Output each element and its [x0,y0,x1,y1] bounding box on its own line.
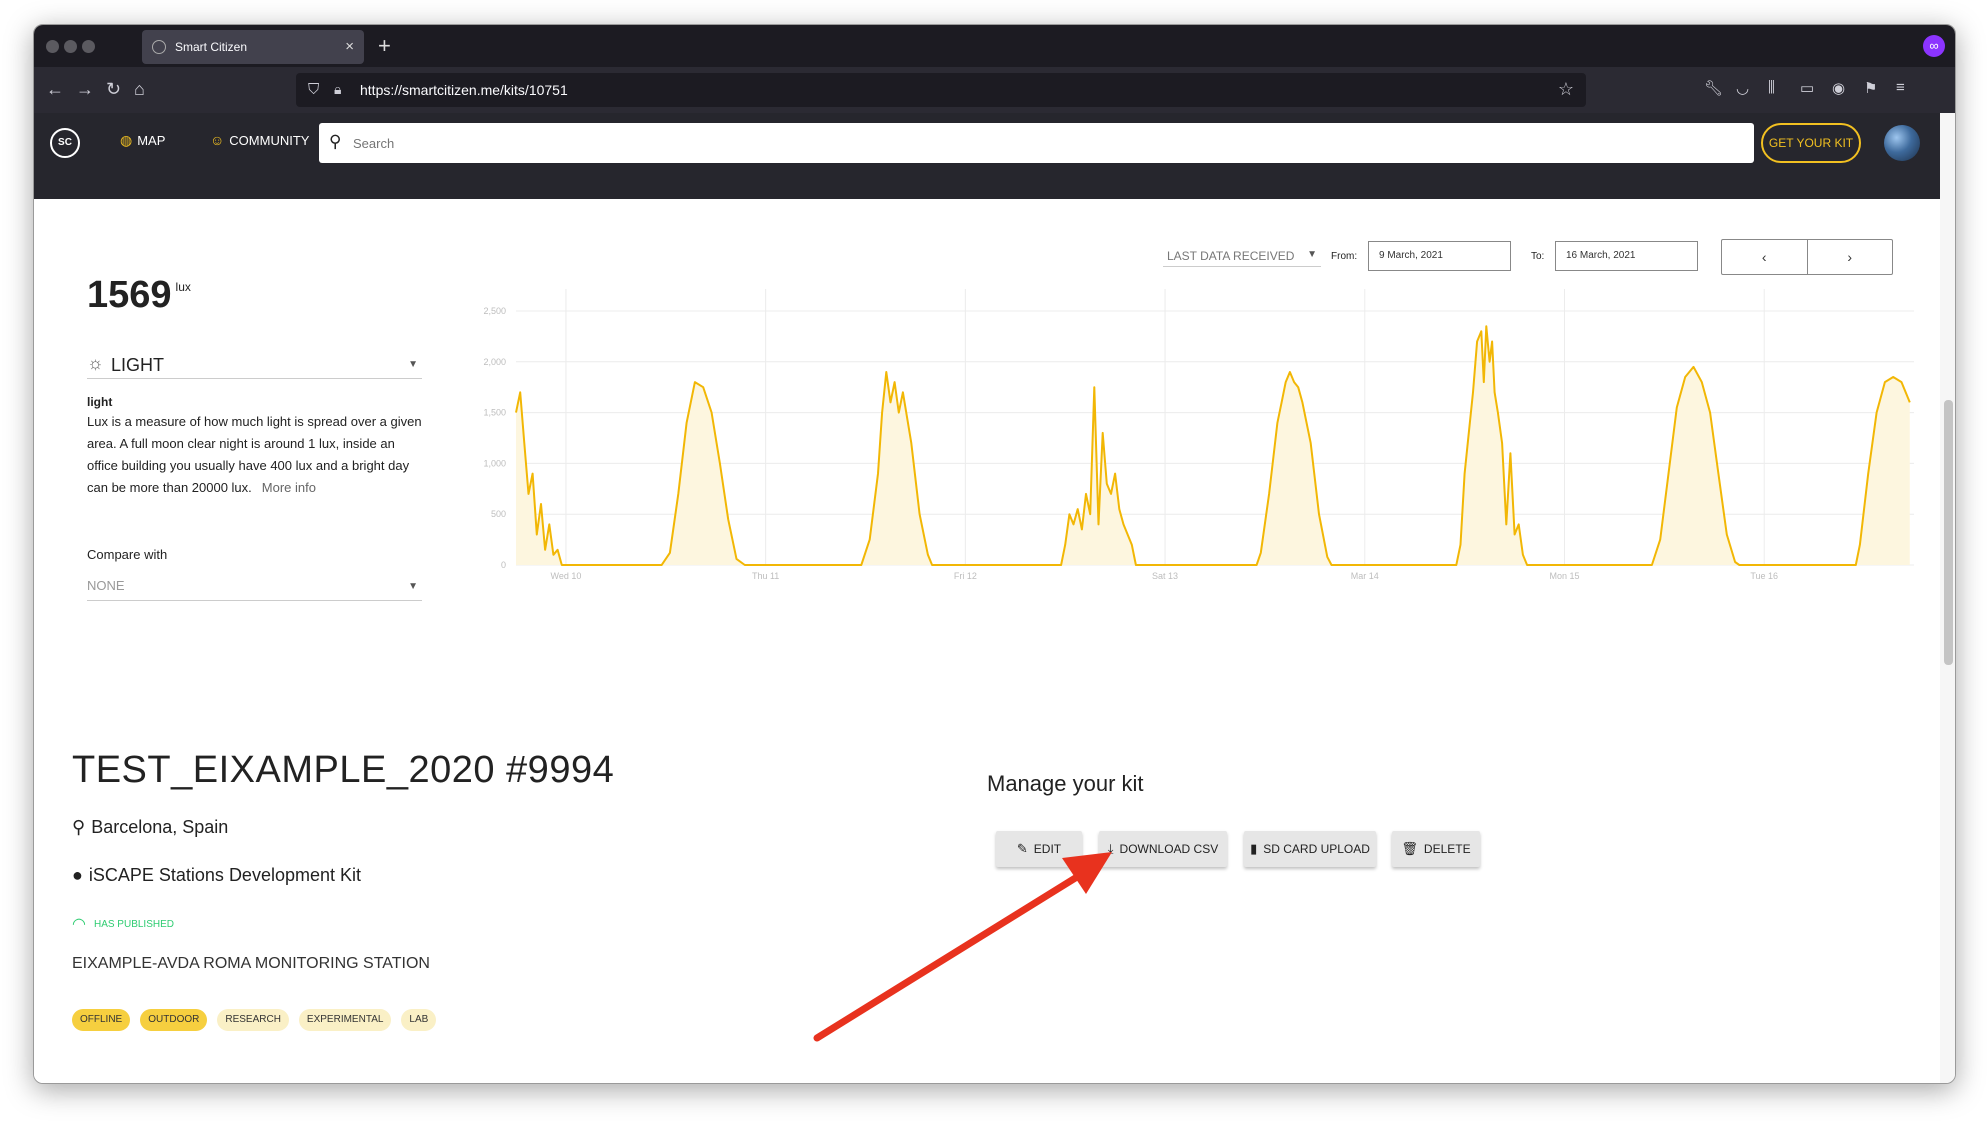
annotation-arrow [813,852,1112,1042]
arrow-head [1062,852,1112,894]
arrow-shaft [813,868,1089,1042]
